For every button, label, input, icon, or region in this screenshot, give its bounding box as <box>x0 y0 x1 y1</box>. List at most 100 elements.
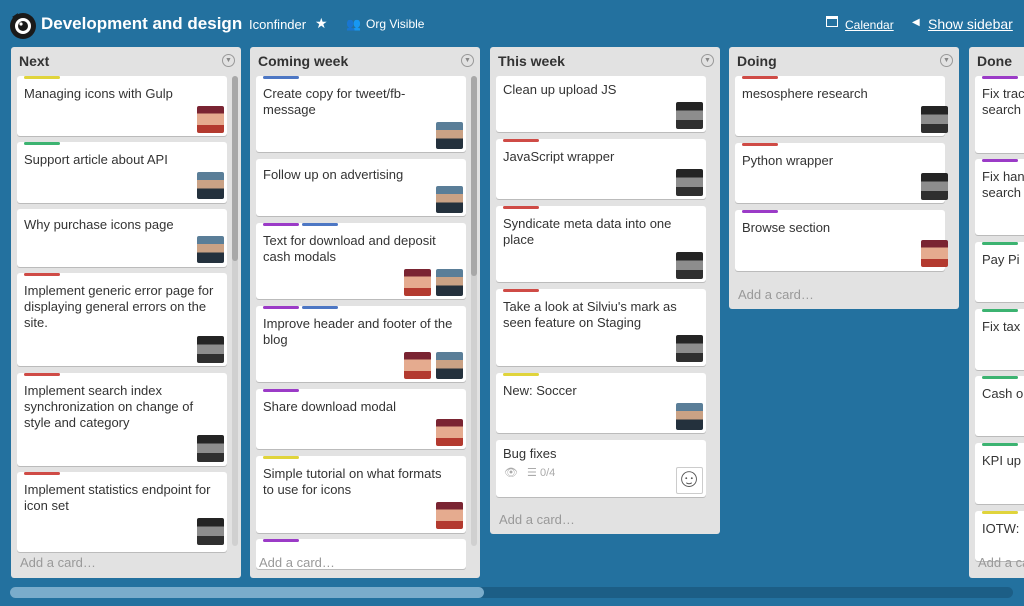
member-avatar[interactable] <box>197 336 224 363</box>
member-avatar[interactable] <box>921 106 948 133</box>
member-avatar[interactable] <box>436 122 463 149</box>
card[interactable]: Syndicate meta data into one place <box>496 206 706 282</box>
star-icon[interactable]: ★ <box>315 15 328 32</box>
member-avatar[interactable] <box>676 252 703 279</box>
iconfinder-logo-icon[interactable] <box>8 10 38 40</box>
card-title: Follow up on advertising <box>263 167 404 182</box>
card-title: Text for download and deposit cash modal… <box>263 233 436 264</box>
list-menu-icon[interactable]: ▼ <box>461 54 474 67</box>
card[interactable]: Take a look at Silviu's mark as seen fea… <box>496 289 706 366</box>
board-scrollbar-thumb[interactable] <box>10 587 484 598</box>
member-avatar[interactable] <box>404 352 431 379</box>
card[interactable]: IOTW: <box>975 511 1024 561</box>
member-avatar[interactable] <box>197 236 224 263</box>
card-title: Pay Pi <box>982 252 1020 267</box>
member-avatar[interactable] <box>676 102 703 129</box>
card-title: Create copy for tweet/fb-message <box>263 86 406 117</box>
card-title: Implement statistics endpoint for icon s… <box>24 482 211 513</box>
label-yellow <box>503 373 539 376</box>
card-title: Implement generic error page for display… <box>24 283 214 330</box>
card[interactable]: JavaScript wrapper <box>496 139 706 199</box>
card[interactable]: mesosphere research <box>735 76 948 136</box>
add-card-link[interactable]: Add a card… <box>20 555 96 570</box>
card[interactable]: Pay Pi <box>975 242 1024 302</box>
card[interactable]: Text for download and deposit cash modal… <box>256 223 466 299</box>
list-title[interactable]: Done <box>977 53 1012 69</box>
member-avatar[interactable] <box>436 186 463 213</box>
card[interactable]: Fix trac search <box>975 76 1024 153</box>
card[interactable]: Fix han search <box>975 159 1024 235</box>
add-card-link[interactable]: Add a card… <box>738 287 814 302</box>
show-sidebar-link[interactable]: Show sidebar <box>928 16 1013 32</box>
list-menu-icon[interactable]: ▼ <box>222 54 235 67</box>
card[interactable]: Python wrapper <box>735 143 948 203</box>
member-avatar[interactable] <box>436 502 463 529</box>
list-title[interactable]: Coming week <box>258 53 348 69</box>
label-red <box>24 373 60 376</box>
visibility-label[interactable]: Org Visible <box>366 17 424 31</box>
member-avatar[interactable] <box>676 467 703 494</box>
list-title[interactable]: This week <box>498 53 565 69</box>
card[interactable]: Share download modal <box>256 389 466 449</box>
member-avatar[interactable] <box>197 172 224 199</box>
card-title: Managing icons with Gulp <box>24 86 173 101</box>
checklist-icon: ☰ <box>527 467 537 479</box>
list-menu-icon[interactable]: ▼ <box>940 54 953 67</box>
add-card-link[interactable]: Add a card… <box>499 512 575 527</box>
card[interactable]: Bug fixes 👁 ☰ 0/4 <box>496 440 706 497</box>
card[interactable]: Support article about API <box>17 142 227 203</box>
card[interactable]: Create copy for tweet/fb-message <box>256 76 466 152</box>
sidebar-arrow-icon[interactable]: ◀ <box>912 17 920 28</box>
card[interactable]: Cash o <box>975 376 1024 436</box>
list-scrollbar-thumb[interactable] <box>471 76 477 276</box>
member-avatar[interactable] <box>197 106 224 133</box>
member-avatar[interactable] <box>436 269 463 296</box>
org-visibility-icon[interactable]: 👥 <box>346 17 361 31</box>
card[interactable]: Implement statistics endpoint for icon s… <box>17 472 227 552</box>
card[interactable]: Managing icons with Gulp <box>17 76 227 136</box>
member-avatar[interactable] <box>921 240 948 267</box>
list-doing: Doing ▼ mesosphere research Python wrapp… <box>729 47 959 309</box>
add-card-link[interactable]: Add a card… <box>978 555 1024 570</box>
card[interactable]: Implement search index synchronization o… <box>17 373 227 466</box>
label-purple <box>982 76 1018 79</box>
card-title: KPI up <box>982 453 1022 468</box>
label-purple <box>263 306 299 309</box>
card-title: Browse section <box>742 220 831 235</box>
list-scrollbar[interactable] <box>232 76 238 546</box>
member-avatar[interactable] <box>676 403 703 430</box>
member-avatar[interactable] <box>404 269 431 296</box>
calendar-icon[interactable] <box>826 16 838 27</box>
org-name-link[interactable]: Iconfinder <box>249 17 306 32</box>
member-avatar[interactable] <box>197 435 224 462</box>
board-horizontal-scrollbar[interactable] <box>10 587 1013 598</box>
member-avatar[interactable] <box>921 173 948 200</box>
card[interactable]: New: Soccer <box>496 373 706 433</box>
list-scrollbar-thumb[interactable] <box>232 76 238 261</box>
card[interactable]: Improve header and footer of the blog <box>256 306 466 382</box>
watching-eye-icon: 👁 <box>504 467 518 479</box>
board-title[interactable]: Development and design <box>41 14 242 34</box>
member-avatar[interactable] <box>676 169 703 196</box>
member-avatar[interactable] <box>436 352 463 379</box>
card[interactable]: Implement generic error page for display… <box>17 273 227 366</box>
card[interactable]: Why purchase icons page <box>17 209 227 267</box>
member-avatar[interactable] <box>197 518 224 545</box>
list-menu-icon[interactable]: ▼ <box>701 54 714 67</box>
card-title: New: Soccer <box>503 383 577 398</box>
card[interactable]: Follow up on advertising <box>256 159 466 216</box>
card[interactable]: Browse section <box>735 210 948 271</box>
card[interactable]: KPI up <box>975 443 1024 504</box>
card[interactable]: Clean up upload JS <box>496 76 706 132</box>
member-avatar[interactable] <box>676 335 703 362</box>
add-card-link[interactable]: Add a card… <box>259 555 335 570</box>
label-purple <box>263 223 299 226</box>
card[interactable]: Simple tutorial on what formats to use f… <box>256 456 466 533</box>
card-title: Why purchase icons page <box>24 217 174 232</box>
calendar-link[interactable]: Calendar <box>845 18 894 32</box>
list-title[interactable]: Doing <box>737 53 777 69</box>
list-scrollbar[interactable] <box>471 76 477 546</box>
card[interactable]: Fix tax <box>975 309 1024 370</box>
list-title[interactable]: Next <box>19 53 49 69</box>
member-avatar[interactable] <box>436 419 463 446</box>
